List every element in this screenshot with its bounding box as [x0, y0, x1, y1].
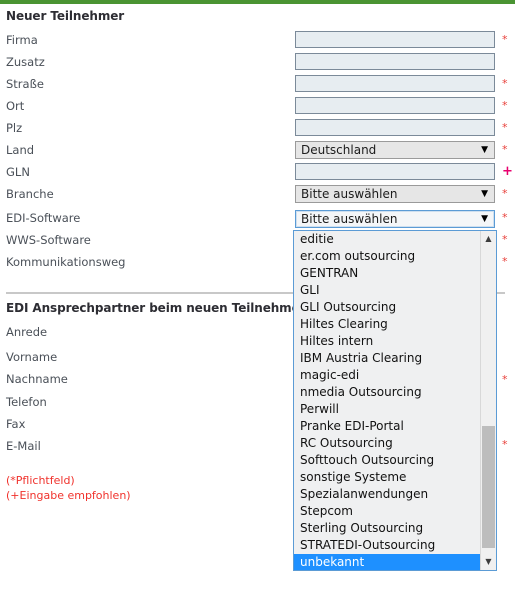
dropdown-option[interactable]: STRATEDI-Outsourcing	[294, 537, 480, 554]
select-branche-value: Bitte auswählen	[301, 187, 398, 201]
dropdown-option[interactable]: magic-edi	[294, 367, 480, 384]
required-marker-wws-software: *	[502, 233, 508, 246]
dropdown-option[interactable]: er.com outsourcing	[294, 248, 480, 265]
label-kommunikationsweg: Kommunikationsweg	[6, 255, 126, 269]
scroll-down-arrow-icon[interactable]: ▼	[481, 554, 496, 570]
dropdown-option[interactable]: Sterling Outsourcing	[294, 520, 480, 537]
required-marker-land: *	[502, 143, 508, 156]
input-ort[interactable]	[295, 97, 495, 114]
required-marker-branche: *	[502, 187, 508, 200]
label-plz: Plz	[6, 121, 23, 135]
form-page: Neuer Teilnehmer Firma * Zusatz Straße *…	[0, 4, 517, 592]
label-telefon: Telefon	[6, 395, 47, 409]
label-wws-software: WWS-Software	[6, 233, 91, 247]
input-gln[interactable]	[295, 163, 495, 180]
dropdown-option[interactable]: Spezialanwendungen	[294, 486, 480, 503]
dropdown-option[interactable]: nmedia Outsourcing	[294, 384, 480, 401]
required-marker-plz: *	[502, 121, 508, 134]
dropdown-option[interactable]: sonstige Systeme	[294, 469, 480, 486]
section-title-contact: EDI Ansprechpartner beim neuen Teilnehme…	[6, 301, 306, 315]
label-branche: Branche	[6, 187, 54, 201]
chevron-down-icon: ▼	[481, 214, 488, 224]
required-marker-strasse: *	[502, 77, 508, 90]
dropdown-option[interactable]: GLI	[294, 282, 480, 299]
dropdown-scrollbar[interactable]: ▲ ▼	[480, 231, 496, 570]
legend-recommended: (+Eingabe empfohlen)	[6, 489, 131, 502]
dropdown-listbox-edi-software[interactable]: editie er.com outsourcing GENTRAN GLI GLI Ou…	[293, 230, 497, 571]
required-marker-edi-software: *	[502, 211, 508, 224]
dropdown-options-list: editie er.com outsourcing GENTRAN GLI GLI Ou…	[294, 231, 496, 570]
input-strasse[interactable]	[295, 75, 495, 92]
dropdown-option[interactable]: IBM Austria Clearing	[294, 350, 480, 367]
label-nachname: Nachname	[6, 372, 68, 386]
scroll-up-arrow-icon[interactable]: ▲	[481, 231, 496, 247]
label-vorname: Vorname	[6, 350, 58, 364]
label-gln: GLN	[6, 165, 30, 179]
required-marker-nachname: *	[502, 373, 508, 386]
required-marker-firma: *	[502, 33, 508, 46]
required-marker-ort: *	[502, 99, 508, 112]
select-land[interactable]: Deutschland ▼	[295, 141, 495, 159]
label-ort: Ort	[6, 99, 25, 113]
input-firma[interactable]	[295, 31, 495, 48]
dropdown-option[interactable]: Stepcom	[294, 503, 480, 520]
dropdown-option[interactable]: editie	[294, 231, 480, 248]
dropdown-option[interactable]: Hiltes Clearing	[294, 316, 480, 333]
dropdown-option[interactable]: Hiltes intern	[294, 333, 480, 350]
label-email: E-Mail	[6, 439, 41, 453]
dropdown-option[interactable]: GENTRAN	[294, 265, 480, 282]
select-land-value: Deutschland	[301, 143, 377, 157]
dropdown-option[interactable]: GLI Outsourcing	[294, 299, 480, 316]
required-marker-email: *	[502, 438, 508, 451]
section-title-participant: Neuer Teilnehmer	[6, 9, 125, 23]
select-branche[interactable]: Bitte auswählen ▼	[295, 185, 495, 203]
required-marker-kommunikationsweg: *	[502, 255, 508, 268]
label-land: Land	[6, 143, 35, 157]
chevron-down-icon: ▼	[481, 189, 488, 199]
dropdown-option[interactable]: RC Outsourcing	[294, 435, 480, 452]
chevron-down-icon: ▼	[481, 145, 488, 155]
select-edi-software-value: Bitte auswählen	[301, 212, 398, 226]
input-plz[interactable]	[295, 119, 495, 136]
label-anrede: Anrede	[6, 325, 48, 339]
label-firma: Firma	[6, 33, 38, 47]
dropdown-option[interactable]: Pranke EDI-Portal	[294, 418, 480, 435]
label-zusatz: Zusatz	[6, 55, 45, 69]
recommended-marker-gln: +	[502, 164, 513, 179]
dropdown-option[interactable]: unbekannt	[294, 554, 496, 570]
select-edi-software[interactable]: Bitte auswählen ▼	[295, 210, 495, 228]
dropdown-option[interactable]: Perwill	[294, 401, 480, 418]
input-zusatz[interactable]	[295, 53, 495, 70]
legend-required: (*Pflichtfeld)	[6, 474, 75, 487]
dropdown-option[interactable]: Softtouch Outsourcing	[294, 452, 480, 469]
label-edi-software: EDI-Software	[6, 211, 81, 225]
label-strasse: Straße	[6, 77, 44, 91]
scrollbar-thumb[interactable]	[482, 426, 495, 548]
label-fax: Fax	[6, 417, 26, 431]
